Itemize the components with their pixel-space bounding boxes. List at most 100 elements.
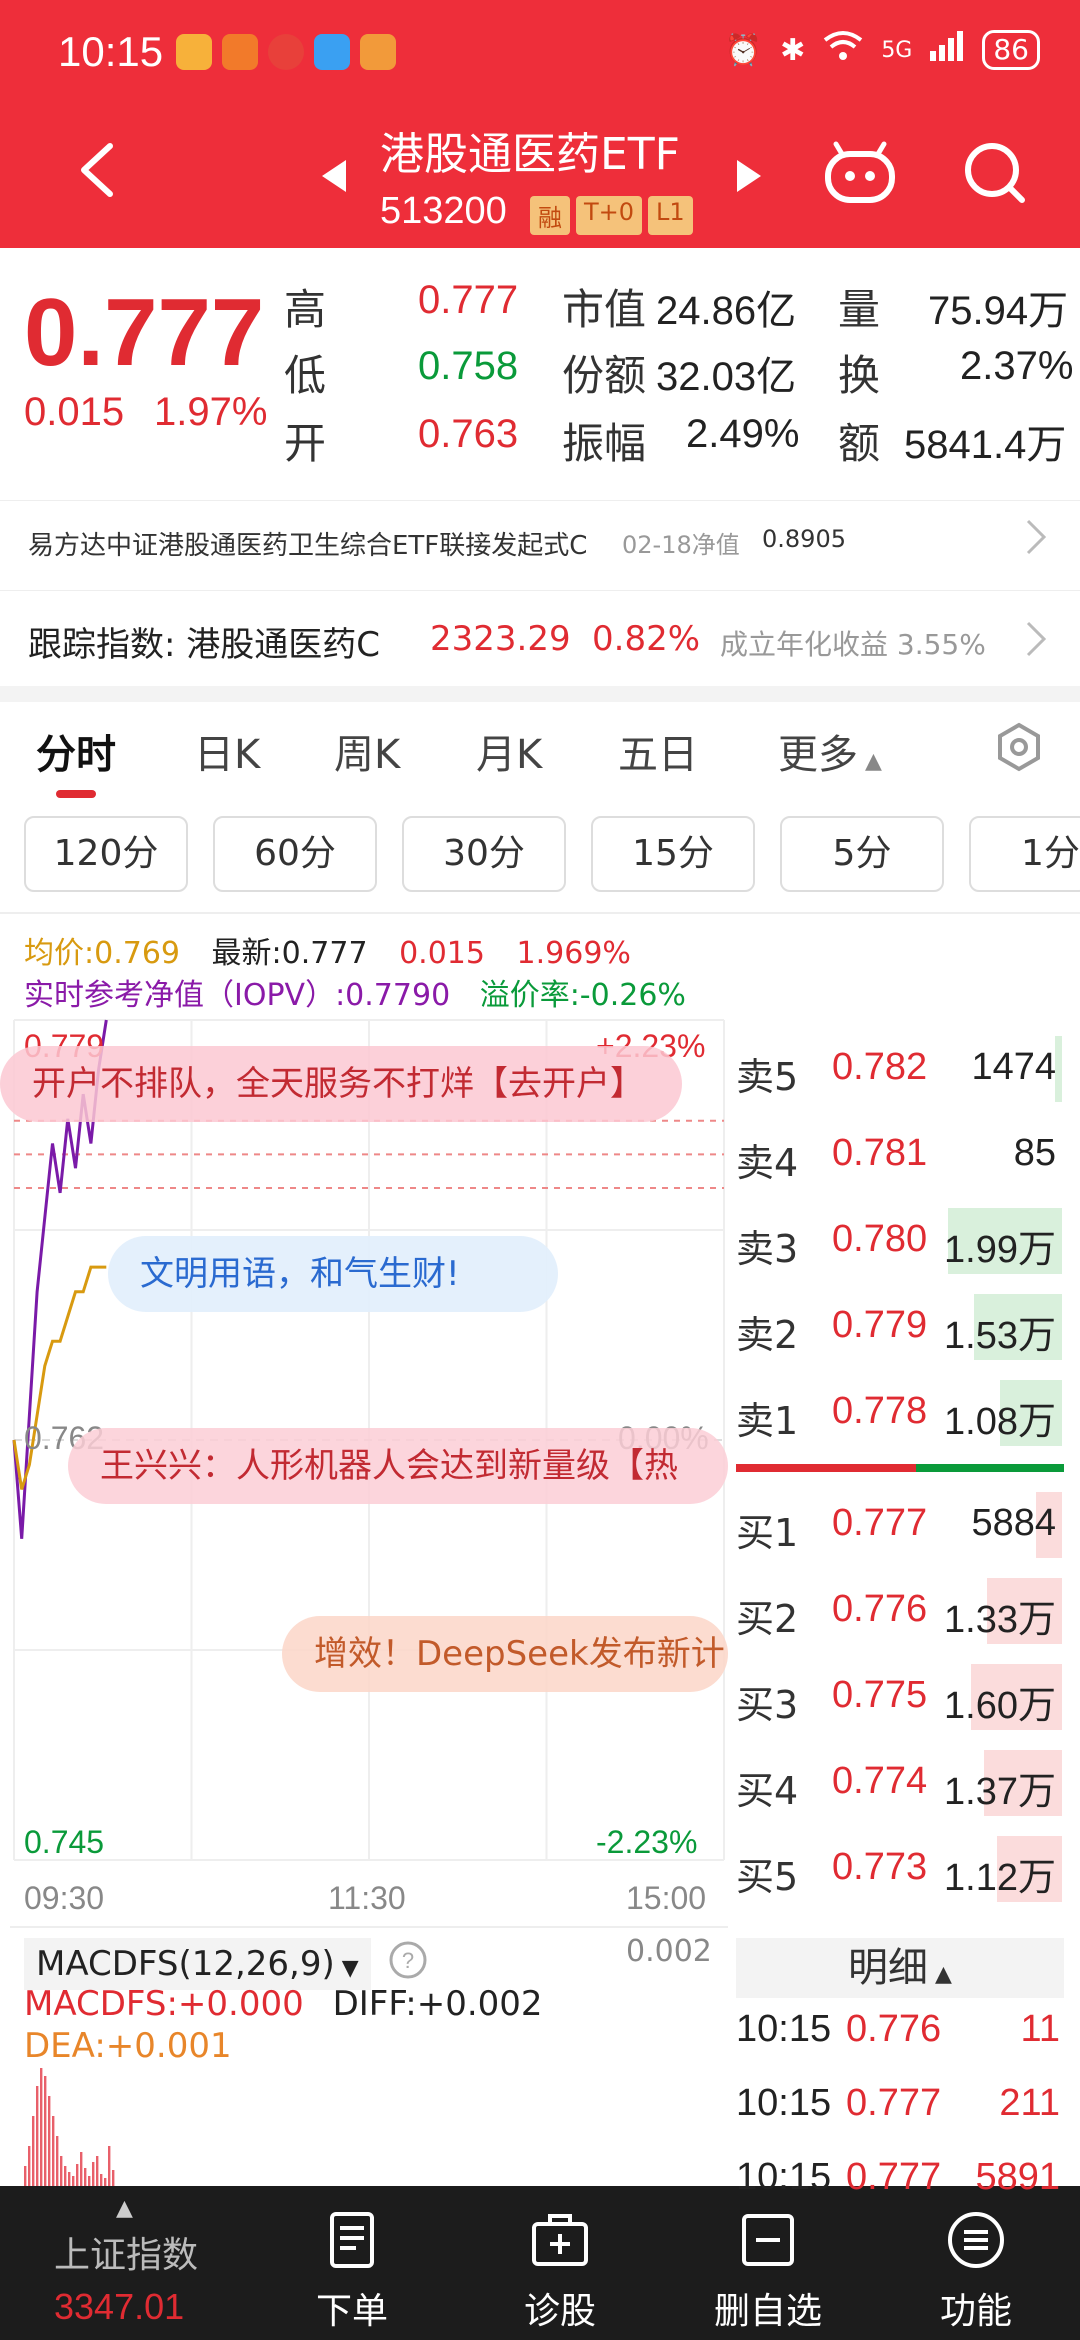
macd-bar bbox=[32, 2116, 35, 2186]
volume-value: 75.94万 bbox=[928, 289, 1069, 333]
macd-bar bbox=[36, 2086, 39, 2186]
diff-value: DIFF:+0.002 bbox=[332, 1984, 543, 2024]
sell-level-price: 0.778 bbox=[832, 1390, 928, 1432]
sell-level-2[interactable]: 卖2 0.779 1.53万 bbox=[736, 1288, 1064, 1366]
open-label: 开 bbox=[284, 419, 327, 468]
linked-fund-row[interactable]: 易方达中证港股通医药卫生综合ETF联接发起式C 02-18净值 0.8905 bbox=[0, 500, 1080, 576]
buy-level-4[interactable]: 买4 0.774 1.37万 bbox=[736, 1744, 1064, 1822]
sell-level-4[interactable]: 卖4 0.781 85 bbox=[736, 1116, 1064, 1194]
sell-level-label: 卖1 bbox=[736, 1399, 799, 1443]
nav-order-label: 下单 bbox=[315, 2291, 388, 2332]
network-label: 5G bbox=[881, 37, 913, 63]
tab-five-day[interactable]: 五日 bbox=[618, 722, 698, 780]
status-bar: 10:15 ⏰ ✱ 5G 86 bbox=[0, 0, 1080, 110]
trade-row: 10:15 0.776 11 bbox=[736, 2008, 1066, 2058]
buy-level-volume: 1.37万 bbox=[944, 1771, 1056, 1813]
sell-level-price: 0.779 bbox=[832, 1304, 928, 1346]
nav-diagnose-button[interactable]: 诊股 bbox=[460, 2186, 660, 2340]
next-stock-button[interactable] bbox=[735, 158, 763, 198]
tab-intraday[interactable]: 分时 bbox=[36, 722, 116, 780]
caret-up-icon: ▲ bbox=[858, 749, 882, 774]
linked-fund-nav: 0.8905 bbox=[762, 525, 846, 553]
indicator-selector[interactable]: MACDFS(12,26,9) ▼ bbox=[24, 1938, 371, 1990]
chart-bottom-price: 0.745 bbox=[24, 1824, 105, 1860]
sell-level-volume: 1.08万 bbox=[944, 1401, 1056, 1443]
nav-functions-label: 功能 bbox=[939, 2291, 1012, 2332]
buy-level-5[interactable]: 买5 0.773 1.12万 bbox=[736, 1830, 1064, 1908]
premium-rate: 溢价率:-0.26% bbox=[479, 978, 686, 1013]
avg-price: 均价:0.769 bbox=[24, 936, 180, 971]
sell-level-3[interactable]: 卖3 0.780 1.99万 bbox=[736, 1202, 1064, 1280]
prev-stock-button[interactable] bbox=[320, 158, 348, 198]
sell-level-label: 卖5 bbox=[736, 1055, 799, 1099]
trade-volume: 5891 bbox=[975, 2156, 1060, 2198]
back-button[interactable] bbox=[70, 140, 130, 200]
tab-monthly-k[interactable]: 月K bbox=[476, 722, 542, 780]
period-60min[interactable]: 60分 bbox=[213, 816, 377, 892]
help-icon[interactable]: ? bbox=[388, 1940, 428, 1984]
tab-weekly-k[interactable]: 周K bbox=[334, 722, 400, 780]
stock-tags: 融 T+0 L1 bbox=[530, 196, 693, 235]
search-icon[interactable] bbox=[962, 140, 1028, 210]
sell-level-volume: 1.99万 bbox=[944, 1229, 1056, 1271]
sell-level-volume: 85 bbox=[1013, 1132, 1056, 1174]
buy-level-price: 0.773 bbox=[832, 1846, 928, 1888]
svg-text:?: ? bbox=[402, 1948, 414, 1973]
buy-level-volume: 1.60万 bbox=[944, 1685, 1056, 1727]
order-book-divider bbox=[736, 1464, 1064, 1472]
buy-level-price: 0.775 bbox=[832, 1674, 928, 1716]
sell-level-5[interactable]: 卖5 0.782 1474 bbox=[736, 1030, 1064, 1108]
tab-daily-k[interactable]: 日K bbox=[194, 722, 260, 780]
wifi-icon bbox=[823, 30, 863, 70]
period-30min[interactable]: 30分 bbox=[402, 816, 566, 892]
price-change-pct: 1.97% bbox=[154, 390, 268, 434]
period-5min[interactable]: 5分 bbox=[780, 816, 944, 892]
latest-change: 0.015 bbox=[399, 936, 485, 971]
chart-info-line1: 均价:0.769 最新:0.777 0.015 1.969% bbox=[24, 928, 631, 972]
comment-banner[interactable]: 文明用语，和气生财! bbox=[108, 1236, 558, 1312]
trade-volume: 11 bbox=[1020, 2008, 1060, 2050]
sell-level-volume: 1.53万 bbox=[944, 1315, 1056, 1357]
chart-info-line2: 实时参考净值（IOPV）:0.7790 溢价率:-0.26% bbox=[24, 970, 686, 1014]
period-120min[interactable]: 120分 bbox=[24, 816, 188, 892]
buy-level-label: 买5 bbox=[736, 1855, 799, 1899]
buy-level-price: 0.776 bbox=[832, 1588, 928, 1630]
period-15min[interactable]: 15分 bbox=[591, 816, 755, 892]
time-axis-end: 15:00 bbox=[626, 1880, 707, 1916]
news-banner-deepseek[interactable]: 增效！DeepSeek发布新计 bbox=[282, 1616, 728, 1692]
chevron-right-icon bbox=[1026, 519, 1047, 559]
trade-price: 0.777 bbox=[846, 2156, 942, 2198]
settings-icon[interactable] bbox=[994, 722, 1044, 776]
trade-detail-label: 明细 bbox=[848, 1945, 929, 1991]
mktcap-value: 24.86亿 bbox=[656, 289, 797, 333]
amount-label: 额 bbox=[838, 419, 881, 468]
nav-order-button[interactable]: 下单 bbox=[252, 2186, 452, 2340]
shares-label: 份额 bbox=[562, 351, 647, 400]
tracking-index-row[interactable]: 跟踪指数: 港股通医药C 2323.29 0.82% 成立年化收益 3.55% bbox=[0, 590, 1080, 686]
robot-assistant-icon[interactable] bbox=[822, 140, 898, 210]
nav-remove-watchlist-button[interactable]: 删自选 bbox=[668, 2186, 868, 2340]
app-notification-icon bbox=[222, 34, 258, 70]
sell-level-1[interactable]: 卖1 0.778 1.08万 bbox=[736, 1374, 1064, 1452]
market-index-button[interactable]: ▲ 上证指数 3347.01 bbox=[24, 2186, 224, 2340]
time-axis-start: 09:30 bbox=[24, 1880, 105, 1916]
trade-detail-header[interactable]: 明细 ▲ bbox=[736, 1938, 1064, 1998]
macd-bar bbox=[80, 2152, 83, 2186]
status-time: 10:15 bbox=[58, 28, 164, 75]
buy-level-3[interactable]: 买3 0.775 1.60万 bbox=[736, 1658, 1064, 1736]
promo-banner-open-account[interactable]: 开户不排队，全天服务不打烊【去开户】 bbox=[0, 1046, 682, 1122]
period-1min[interactable]: 1分 bbox=[969, 816, 1080, 892]
sell-level-price: 0.780 bbox=[832, 1218, 928, 1260]
news-banner-robot[interactable]: 王兴兴：人形机器人会达到新量级【热 bbox=[68, 1428, 728, 1504]
caret-up-icon: ▲ bbox=[116, 2196, 133, 2221]
nav-functions-button[interactable]: 功能 bbox=[876, 2186, 1076, 2340]
buy-level-2[interactable]: 买2 0.776 1.33万 bbox=[736, 1572, 1064, 1650]
macd-bar bbox=[72, 2176, 75, 2186]
sell-level-price: 0.782 bbox=[832, 1046, 928, 1088]
tab-more[interactable]: 更多 ▲ bbox=[778, 722, 882, 780]
buy-level-label: 买4 bbox=[736, 1769, 799, 1813]
buy-level-1[interactable]: 买1 0.777 5884 bbox=[736, 1486, 1064, 1564]
remove-square-icon bbox=[742, 2214, 794, 2266]
latest-price: 最新:0.777 bbox=[211, 936, 368, 971]
macd-bar bbox=[44, 2076, 47, 2186]
